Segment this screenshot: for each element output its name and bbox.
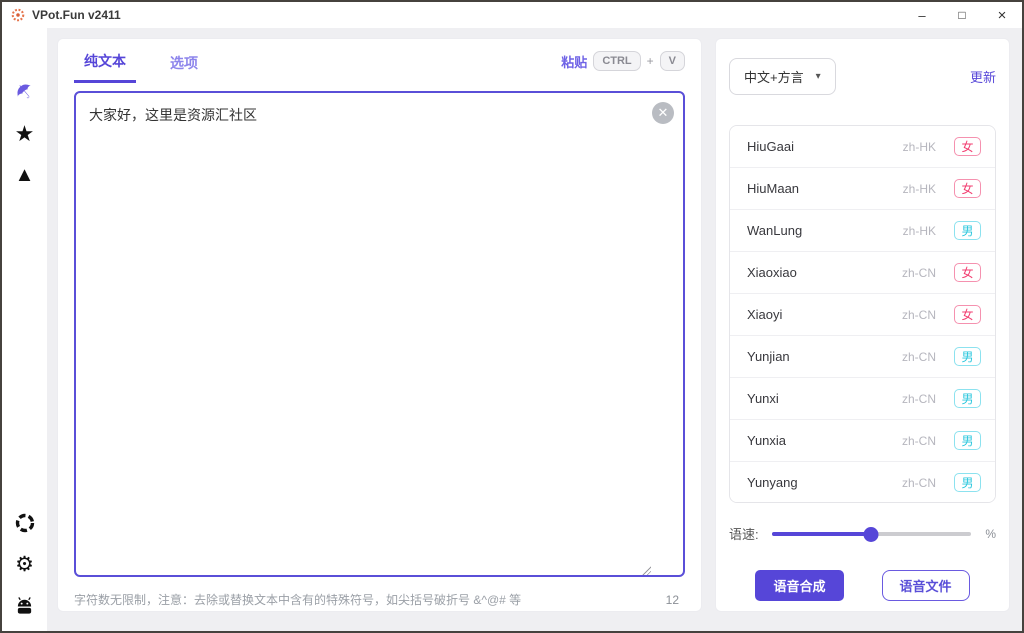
editor-card: 纯文本 选项 粘贴 CTRL + V 大家好，这里是资源汇社区 ✕ 字符数无限制… [57,38,702,612]
v-key-pill: V [659,51,685,71]
voice-name: Xiaoyi [747,307,783,322]
voice-row[interactable]: Xiaoxiao zh-CN 女 [730,252,995,294]
voice-name: HiuGaai [747,139,794,154]
voice-row[interactable]: Yunxia zh-CN 男 [730,420,995,462]
voice-row[interactable]: Xiaoyi zh-CN 女 [730,294,995,336]
voice-gender-badge: 女 [954,137,981,156]
speed-row: 语速: % [729,524,996,543]
tab-plain-text[interactable]: 纯文本 [74,39,136,83]
voice-locale: zh-CN [901,391,936,406]
voice-locale: zh-CN [901,433,936,448]
voice-locale: zh-CN [901,475,936,490]
voice-list: HiuGaai zh-HK 女 HiuMaan zh-HK 女 WanLung zh-HK 男 X… [729,125,996,503]
close-button[interactable]: × [982,2,1022,28]
voice-name: Yunxi [747,391,779,406]
voice-name: Xiaoxiao [747,265,797,280]
clear-text-icon[interactable]: ✕ [652,102,674,124]
ctrl-key-pill: CTRL [593,51,641,71]
voice-gender-badge: 女 [954,305,981,324]
voice-panel: 中文+方言 ▾ 更新 HiuGaai zh-HK 女 HiuMaan zh-HK 女 Wan… [715,38,1010,612]
android-icon[interactable] [13,593,37,617]
slider-fill [771,531,872,536]
textarea-wrapper: 大家好，这里是资源汇社区 ✕ [74,91,685,582]
speed-label: 语速: [729,527,759,542]
titlebar: VPot.Fun v2411 – □ × [2,2,1022,28]
speed-slider[interactable] [771,526,972,542]
voice-gender-badge: 男 [954,431,981,450]
voice-name: HiuMaan [747,181,800,196]
window-title: VPot.Fun v2411 [32,8,121,22]
voice-row[interactable]: Yunxi zh-CN 男 [730,378,995,420]
minimize-button[interactable]: – [902,2,942,28]
voice-gender-badge: 女 [954,179,981,198]
app-logo-icon [11,8,25,22]
gear-icon[interactable]: ⚙ [13,552,37,576]
tab-bar: 纯文本 选项 粘贴 CTRL + V [74,39,685,83]
voice-name: WanLung [747,223,803,238]
voice-row[interactable]: HiuGaai zh-HK 女 [730,126,995,168]
speed-unit: % [985,526,996,541]
voice-gender-badge: 男 [954,473,981,492]
tab-options[interactable]: 选项 [160,41,208,82]
slider-thumb[interactable] [863,526,879,542]
triangle-icon[interactable]: ▲ [13,163,37,187]
voice-locale: zh-CN [901,265,936,280]
voice-name: Yunxia [747,433,787,448]
maximize-button[interactable]: □ [942,2,982,28]
voice-row[interactable]: WanLung zh-HK 男 [730,210,995,252]
voice-row[interactable]: Yunyang zh-CN 男 [730,462,995,502]
voice-gender-badge: 男 [954,347,981,366]
window-controls: – □ × [902,2,1022,28]
voice-gender-badge: 男 [954,221,981,240]
voice-file-button[interactable]: 语音文件 [881,570,970,601]
voice-locale: zh-CN [901,349,936,364]
chevron-down-icon: ▾ [815,71,821,82]
voice-name: Yunyang [747,475,798,490]
paste-button[interactable]: 粘贴 [561,52,587,71]
star-icon[interactable]: ★ [13,121,37,146]
text-input[interactable]: 大家好，这里是资源汇社区 [74,91,685,577]
shutter-icon[interactable] [13,511,37,535]
voice-name: Yunjian [747,349,790,364]
action-row: 语音合成 语音文件 [729,570,996,601]
editor-footer: 字符数无限制，注意：去除或替换文本中含有的特殊符号，如尖括号破折号 &^@# 等… [74,591,685,608]
language-dropdown[interactable]: 中文+方言 ▾ [729,58,836,95]
sidebar: ☂ ★ ▲ ⚙ [2,28,47,631]
voice-gender-badge: 男 [954,389,981,408]
umbrella-icon[interactable]: ☂ [8,75,42,109]
paste-shortcut-group: 粘贴 CTRL + V [561,51,685,71]
synthesize-button[interactable]: 语音合成 [755,570,844,601]
voice-locale: zh-HK [902,181,936,196]
voice-locale: zh-HK [902,223,936,238]
voice-locale: zh-HK [902,139,936,154]
voice-locale: zh-CN [901,307,936,322]
panel-header: 中文+方言 ▾ 更新 [729,58,996,95]
char-count: 12 [665,592,679,607]
voice-gender-badge: 女 [954,263,981,282]
hint-text: 字符数无限制，注意：去除或替换文本中含有的特殊符号，如尖括号破折号 &^@# 等 [74,593,522,607]
app-window: VPot.Fun v2411 – □ × ☂ ★ ▲ ⚙ 纯文本 选项 粘贴 C… [0,0,1024,633]
language-dropdown-value: 中文+方言 [744,70,804,85]
update-link[interactable]: 更新 [970,67,996,86]
voice-row[interactable]: Yunjian zh-CN 男 [730,336,995,378]
plus-separator: + [646,54,654,68]
voice-row[interactable]: HiuMaan zh-HK 女 [730,168,995,210]
